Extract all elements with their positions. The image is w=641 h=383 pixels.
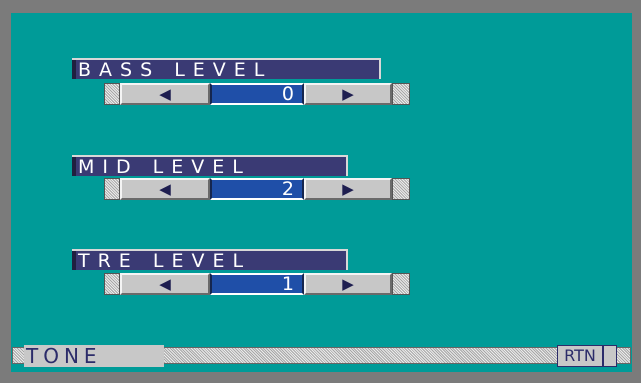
mid-right-cap bbox=[392, 178, 410, 200]
triangle-right-icon: ▶ bbox=[342, 180, 354, 198]
tre-increase-button[interactable]: ▶ bbox=[304, 273, 392, 295]
return-button[interactable]: RTN bbox=[557, 345, 603, 367]
screen-title: TONE bbox=[24, 345, 164, 367]
bass-left-cap bbox=[104, 83, 120, 105]
mid-increase-button[interactable]: ▶ bbox=[304, 178, 392, 200]
triangle-right-icon: ▶ bbox=[342, 85, 354, 103]
tre-level-value: 1 bbox=[210, 273, 304, 295]
bass-increase-button[interactable]: ▶ bbox=[304, 83, 392, 105]
mid-level-control: ◀ 2 ▶ bbox=[104, 178, 410, 200]
triangle-right-icon: ▶ bbox=[342, 275, 354, 293]
tre-decrease-button[interactable]: ◀ bbox=[120, 273, 210, 295]
bass-level-value: 0 bbox=[210, 83, 304, 105]
mid-level-value: 2 bbox=[210, 178, 304, 200]
tre-left-cap bbox=[104, 273, 120, 295]
mid-decrease-button[interactable]: ◀ bbox=[120, 178, 210, 200]
bass-level-label: BASS LEVEL bbox=[72, 58, 381, 79]
tre-level-control: ◀ 1 ▶ bbox=[104, 273, 410, 295]
mid-level-label: MID LEVEL bbox=[72, 155, 348, 176]
bass-level-control: ◀ 0 ▶ bbox=[104, 83, 410, 105]
triangle-left-icon: ◀ bbox=[159, 180, 171, 198]
tone-screen: BASS LEVEL ◀ 0 ▶ MID LEVEL ◀ 2 ▶ TRE LEV… bbox=[11, 13, 632, 372]
return-button-cap bbox=[603, 345, 617, 367]
tre-level-label: TRE LEVEL bbox=[72, 249, 348, 270]
bottom-bar: TONE RTN bbox=[12, 345, 631, 367]
triangle-left-icon: ◀ bbox=[159, 85, 171, 103]
bass-right-cap bbox=[392, 83, 410, 105]
tre-right-cap bbox=[392, 273, 410, 295]
mid-left-cap bbox=[104, 178, 120, 200]
bass-decrease-button[interactable]: ◀ bbox=[120, 83, 210, 105]
triangle-left-icon: ◀ bbox=[159, 275, 171, 293]
